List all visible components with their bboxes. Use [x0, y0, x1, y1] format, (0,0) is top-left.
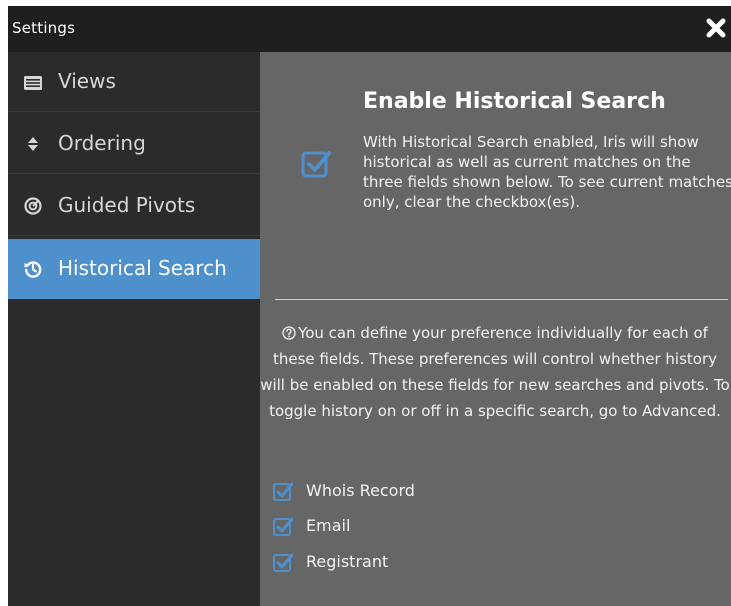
registrant-label: Registrant — [306, 552, 389, 571]
panel-description: With Historical Search enabled, Iris wil… — [363, 133, 731, 211]
sidebar-item-label: Historical Search — [58, 256, 227, 280]
sort-icon — [28, 137, 38, 151]
sidebar-item-ordering[interactable]: Ordering — [8, 114, 260, 174]
sidebar-item-guided-pivots[interactable]: Guided Pivots — [8, 176, 260, 236]
historical-search-panel: Enable Historical Search With Historical… — [260, 52, 731, 606]
email-checkbox[interactable] — [273, 517, 293, 537]
email-label: Email — [306, 516, 351, 535]
target-icon — [24, 197, 42, 215]
help-circle-icon — [282, 326, 296, 340]
sidebar-item-label: Views — [58, 69, 116, 93]
sidebar-item-views[interactable]: Views — [8, 52, 260, 112]
whois-record-label: Whois Record — [306, 481, 415, 500]
close-icon[interactable] — [703, 15, 729, 41]
list-card-icon — [24, 76, 42, 90]
history-icon — [24, 261, 42, 278]
panel-heading: Enable Historical Search — [363, 89, 666, 114]
divider — [275, 299, 728, 300]
dialog-title: Settings — [12, 19, 76, 37]
whois-record-checkbox[interactable] — [273, 482, 293, 502]
info-text: You can define your preference individua… — [260, 324, 730, 420]
screen: Settings Views Ordering Guided Pivots Hi… — [0, 0, 731, 606]
info-text-block: You can define your preference individua… — [260, 320, 730, 424]
title-bar: Settings — [8, 6, 731, 52]
settings-sidebar: Views Ordering Guided Pivots Historical … — [8, 52, 260, 606]
sidebar-item-historical-search[interactable]: Historical Search — [8, 239, 260, 299]
registrant-checkbox[interactable] — [273, 553, 293, 573]
settings-dialog: Settings Views Ordering Guided Pivots Hi… — [8, 6, 731, 606]
sidebar-item-label: Guided Pivots — [58, 193, 196, 217]
enable-historical-search-checkbox[interactable] — [300, 148, 332, 180]
sidebar-item-label: Ordering — [58, 131, 146, 155]
